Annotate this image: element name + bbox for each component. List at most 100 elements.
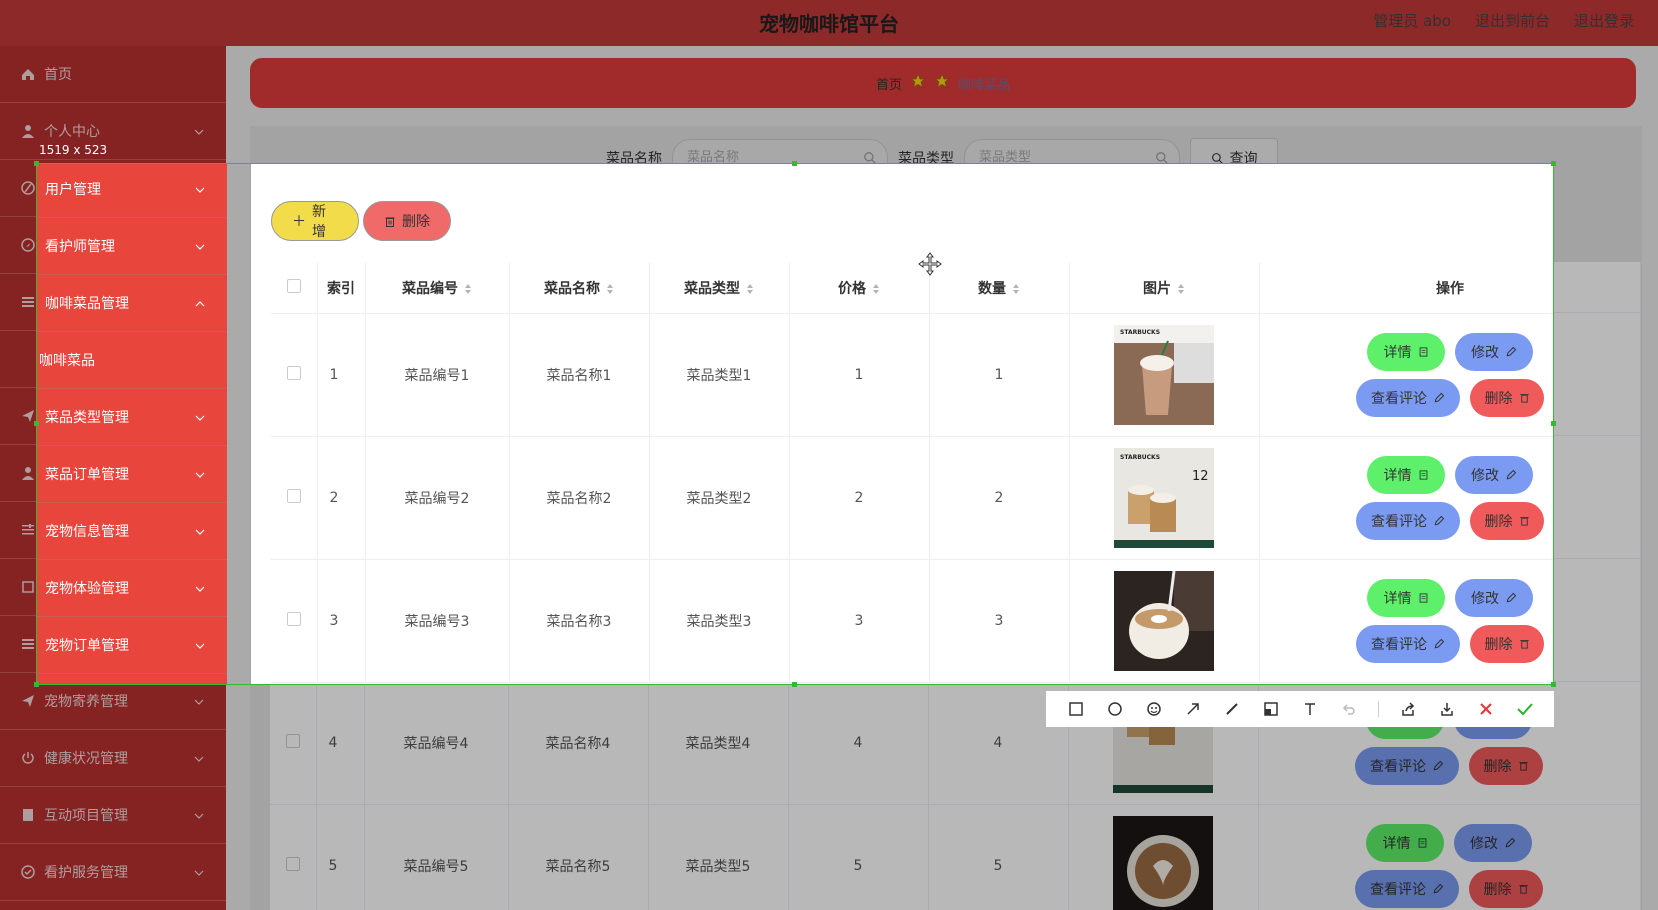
exit-to-front-link[interactable]: 退出到前台: [1475, 10, 1550, 31]
column-header[interactable]: 菜品类型: [649, 263, 790, 314]
add-button-label: 新增: [312, 204, 326, 240]
column-header[interactable]: 数量: [929, 263, 1070, 314]
sidebar-item[interactable]: 宠物订单管理: [36, 617, 227, 674]
cancel-icon[interactable]: [1476, 699, 1496, 719]
download-icon[interactable]: [1437, 699, 1457, 719]
edit-button[interactable]: 修改: [1455, 455, 1533, 494]
sort-icon[interactable]: [1012, 283, 1020, 295]
column-header[interactable]: 图片: [1069, 263, 1260, 314]
pen-tool-icon[interactable]: [1222, 699, 1242, 719]
sort-icon[interactable]: [464, 283, 472, 295]
sidebar-item-label: 首页: [44, 67, 72, 83]
capture-size-label: 1519 x 523: [39, 143, 108, 157]
logout-link[interactable]: 退出登录: [1574, 10, 1634, 31]
row-delete-button[interactable]: 删除: [1469, 746, 1543, 785]
sort-icon[interactable]: [746, 283, 754, 295]
cell-type: 菜品类型3: [649, 559, 790, 683]
sidebar-item-label: 看护服务管理: [44, 865, 128, 881]
edit-button[interactable]: 修改: [1455, 578, 1533, 617]
column-header[interactable]: 价格: [789, 263, 930, 314]
resize-handle[interactable]: [1551, 421, 1556, 426]
trash-icon: [1519, 639, 1529, 649]
detail-button[interactable]: 详情: [1367, 455, 1445, 494]
row-delete-button[interactable]: 删除: [1470, 378, 1544, 417]
toolbar-divider: [1377, 701, 1379, 717]
row-checkbox[interactable]: [286, 365, 301, 380]
list-icon: [36, 637, 37, 653]
sort-icon[interactable]: [872, 283, 880, 295]
resize-handle[interactable]: [792, 682, 797, 687]
edit-button[interactable]: 修改: [1454, 823, 1532, 862]
sidebar-item[interactable]: 健康状况管理: [0, 730, 226, 787]
edit-button[interactable]: 修改: [1455, 332, 1533, 371]
rectangle-tool-icon[interactable]: [1066, 699, 1086, 719]
column-header[interactable]: 菜品名称: [509, 263, 650, 314]
sort-icon[interactable]: [606, 283, 614, 295]
row-checkbox[interactable]: [285, 733, 300, 748]
admin-user-label[interactable]: 管理员 abo: [1373, 10, 1451, 31]
resize-handle[interactable]: [1551, 161, 1556, 166]
cell-qty: 2: [929, 436, 1070, 560]
edit-button-label: 修改: [1471, 467, 1499, 484]
confirm-check-icon[interactable]: [1515, 699, 1535, 719]
sidebar-item[interactable]: 看护师管理: [37, 218, 227, 275]
detail-button[interactable]: 详情: [1366, 823, 1444, 862]
edit-button-label: 修改: [1471, 344, 1499, 361]
breadcrumb-home[interactable]: 首页: [876, 74, 902, 93]
resize-handle[interactable]: [34, 682, 39, 687]
row-delete-button[interactable]: 删除: [1470, 501, 1544, 540]
sidebar-item[interactable]: 菜品类型管理: [37, 389, 227, 446]
resize-handle[interactable]: [792, 161, 797, 166]
ellipse-tool-icon[interactable]: [1105, 699, 1125, 719]
view-comments-button[interactable]: 查看评论: [1355, 746, 1459, 785]
cell-name: 菜品名称2: [509, 436, 650, 560]
share-icon[interactable]: [1398, 699, 1418, 719]
sidebar-item[interactable]: 咖啡菜品管理: [37, 275, 227, 332]
user-icon: [20, 465, 36, 481]
view-comments-button[interactable]: 查看评论: [1355, 869, 1459, 908]
batch-delete-button[interactable]: 删除: [363, 201, 451, 241]
row-delete-button[interactable]: 删除: [1470, 624, 1544, 663]
mosaic-tool-icon[interactable]: [1261, 699, 1281, 719]
row-delete-button[interactable]: 删除: [1469, 869, 1543, 908]
select-all-checkbox[interactable]: [286, 278, 301, 293]
row-checkbox[interactable]: [286, 488, 301, 503]
table-row: 1菜品编号1菜品名称1菜品类型111STARBUCKS详情修改查看评论删除: [271, 313, 1553, 437]
row-checkbox[interactable]: [286, 611, 301, 626]
view-comments-button[interactable]: 查看评论: [1356, 624, 1460, 663]
add-button[interactable]: ＋ 新增: [271, 201, 359, 241]
sidebar-item[interactable]: 互动项目管理: [0, 787, 226, 844]
sidebar-item[interactable]: 宠物信息管理: [37, 503, 227, 560]
column-header-label: 菜品名称: [544, 280, 600, 297]
sidebar-item[interactable]: 菜品订单管理: [37, 446, 227, 503]
sort-icon[interactable]: [1177, 283, 1185, 295]
pencil-icon: [1433, 760, 1444, 770]
sidebar-item[interactable]: 首页: [0, 46, 226, 103]
dish-image: [1113, 815, 1213, 910]
resize-handle[interactable]: [34, 161, 39, 166]
detail-button[interactable]: 详情: [1367, 332, 1445, 371]
text-tool-icon[interactable]: [1300, 699, 1320, 719]
capture-region[interactable]: 首页个人中心用户管理看护师管理咖啡菜品管理咖啡菜品菜品类型管理菜品订单管理宠物信…: [36, 163, 1554, 685]
emoji-tool-icon[interactable]: [1144, 699, 1164, 719]
sidebar-item[interactable]: 看护服务管理: [0, 844, 226, 901]
row-checkbox[interactable]: [285, 856, 300, 871]
sidebar-item[interactable]: 咖啡菜品: [37, 332, 227, 389]
row-delete-label: 删除: [1483, 881, 1512, 898]
sidebar-item[interactable]: 用户管理: [37, 164, 227, 218]
sidebar-item[interactable]: 个人中心: [0, 103, 226, 160]
view-comments-button[interactable]: 查看评论: [1356, 501, 1460, 540]
column-header: 操作: [1259, 263, 1553, 314]
sidebar-item[interactable]: 宠物寄养管理: [37, 674, 227, 684]
column-header-label: 操作: [1436, 280, 1464, 297]
undo-icon[interactable]: [1339, 699, 1359, 719]
trash-icon: [1519, 516, 1529, 526]
resize-handle[interactable]: [1551, 682, 1556, 687]
resize-handle[interactable]: [34, 421, 39, 426]
arrow-tool-icon[interactable]: [1183, 699, 1203, 719]
view-comments-button[interactable]: 查看评论: [1356, 378, 1460, 417]
column-header[interactable]: 菜品编号: [365, 263, 510, 314]
detail-button[interactable]: 详情: [1367, 578, 1445, 617]
column-header-label: 价格: [838, 280, 866, 297]
sidebar-item[interactable]: 宠物体验管理: [37, 560, 227, 617]
